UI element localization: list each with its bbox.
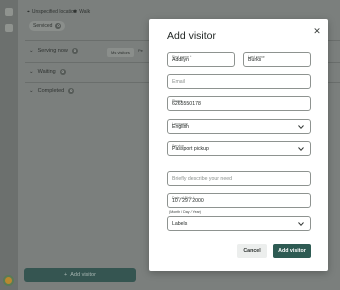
section-completed[interactable]: ⌄ Completed 0	[29, 88, 75, 94]
walk-button[interactable]: ✱ Walk	[73, 7, 90, 17]
chevron-down-icon	[298, 221, 304, 226]
avatar[interactable]	[3, 275, 14, 286]
chip-count: 0	[55, 23, 62, 29]
serviced-chip[interactable]: Serviced 0	[29, 21, 66, 31]
email-field[interactable]: Email	[167, 74, 311, 89]
pin-icon: ⌖	[27, 9, 30, 15]
labels-select[interactable]: Labels	[167, 216, 311, 231]
phone-field[interactable]: Phone 6265550178	[167, 96, 311, 111]
language-select[interactable]: Language English	[167, 119, 311, 134]
chevron-icon: ⌄	[29, 69, 34, 75]
menu-icon[interactable]	[5, 8, 13, 16]
chevron-down-icon	[298, 124, 304, 129]
date-format-hint: (Month / Day / Year)	[169, 210, 201, 214]
section-serving-now[interactable]: ⌄ Serving now 0	[29, 48, 78, 54]
column-header: Pe	[138, 48, 143, 53]
service-select[interactable]: Service Passport pickup	[167, 141, 311, 156]
chevron-icon: ⌄	[29, 88, 34, 94]
need-description-field[interactable]: Briefly describe your need	[167, 171, 311, 186]
last-name-field[interactable]: Last name Burks	[243, 52, 311, 67]
close-icon[interactable]: ✕	[313, 27, 321, 36]
dialog-title: Add visitor	[167, 30, 217, 42]
chevron-down-icon	[298, 146, 304, 151]
add-visitor-button[interactable]: Add visitor	[273, 244, 311, 258]
section-waiting[interactable]: ⌄ Waiting 0	[29, 69, 66, 75]
first-name-field[interactable]: First name * Addilyn	[167, 52, 235, 67]
plus-icon: +	[64, 272, 68, 278]
visitors-icon[interactable]	[5, 24, 13, 32]
add-visitor-bg-button[interactable]: + Add visitor	[24, 268, 136, 282]
side-rail	[0, 0, 18, 290]
cancel-button[interactable]: Cancel	[237, 244, 267, 258]
walk-icon: ✱	[73, 9, 78, 15]
chevron-icon: ⌄	[29, 48, 34, 54]
location-button[interactable]: ⌖ Unspecified location	[27, 7, 77, 17]
date-of-birth-field[interactable]: Date of Birth * 10 / 29 / 2000	[167, 193, 311, 208]
column-header: Ms visitors	[107, 48, 134, 57]
